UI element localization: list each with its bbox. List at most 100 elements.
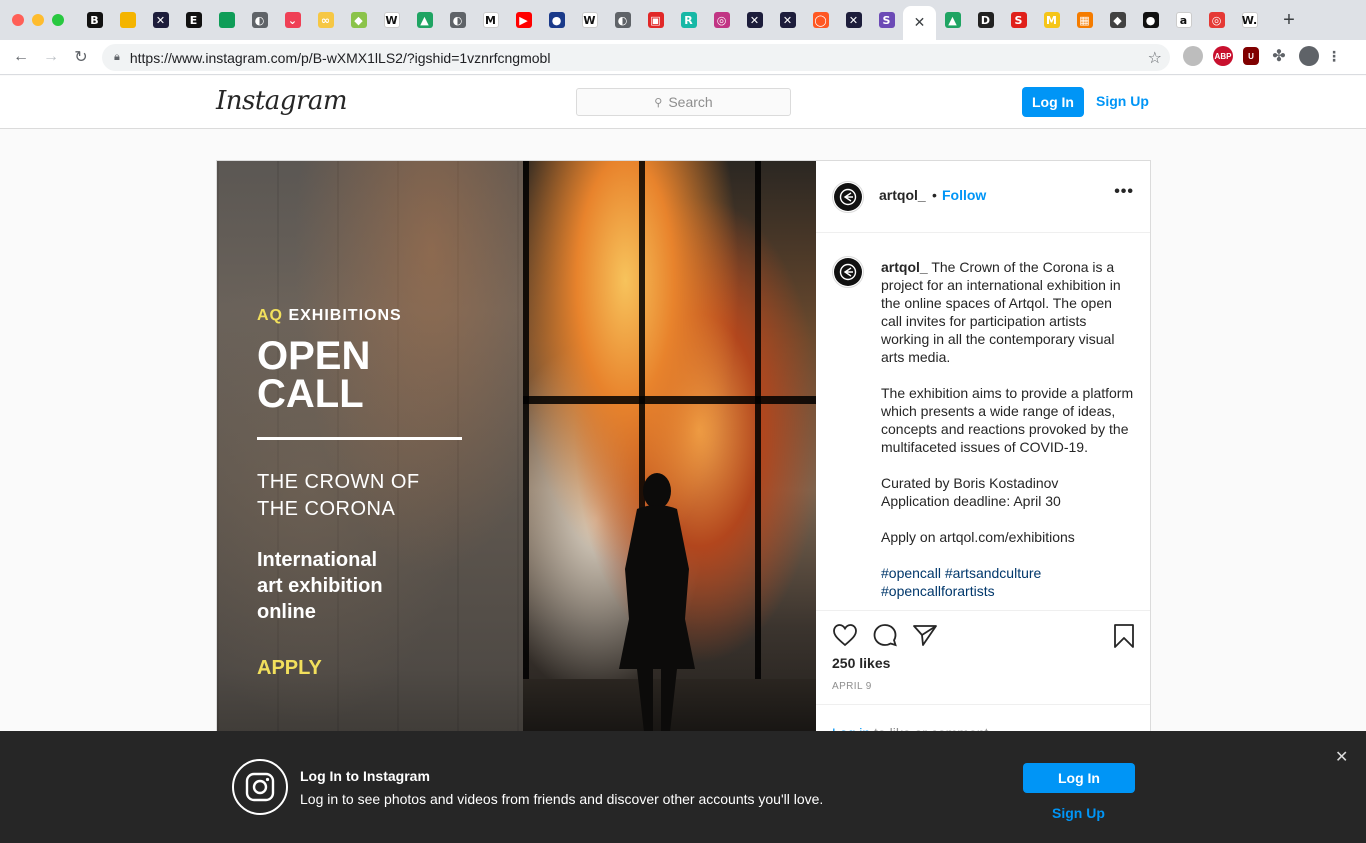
browser-tab[interactable]: ◎ [705,4,738,36]
browser-tab[interactable]: ◐ [441,4,474,36]
bookmark-star-icon[interactable]: ☆ [1148,48,1162,68]
browser-tab[interactable]: a [1167,4,1200,36]
likes-count[interactable]: 250 likes [832,655,890,671]
post-date: APRIL 9 [832,681,872,692]
header-signup-link[interactable]: Sign Up [1096,93,1149,109]
browser-tab[interactable]: W [573,4,606,36]
browser-tab[interactable]: ∞ [309,4,342,36]
caption-username[interactable]: artqol_ [881,259,928,275]
tab-list: B ✕ E ◐ ⌄ ∞ ◆ W ▲ ◐ M ▶ ● W ◐ ▣ R ◎ ✕ ✕ ◯ ✕ S ✕ ▲ D S M ▦ ◆ ● a ◎ W. [78,0,1266,40]
browser-tab[interactable]: ▶ [507,4,540,36]
browser-tab[interactable]: W [375,4,408,36]
artqol-logo-icon [839,263,857,281]
browser-tab[interactable]: ⌄ [276,4,309,36]
browser-tab[interactable]: ◆ [1101,4,1134,36]
new-tab-button[interactable]: + [1274,9,1304,32]
minimize-window-icon[interactable] [32,14,44,26]
banner-login-button[interactable]: Log In [1023,763,1135,793]
browser-tab[interactable]: ✕ [144,4,177,36]
apply-text: APPLY [257,657,322,679]
browser-tab[interactable]: ◆ [342,4,375,36]
browser-tab[interactable]: R [672,4,705,36]
browser-tab[interactable] [210,4,243,36]
save-bookmark-icon[interactable] [1112,623,1136,649]
extensions-puzzle-icon[interactable]: ✤ [1269,46,1289,66]
follow-button[interactable]: Follow [942,187,986,203]
browser-tab[interactable]: ◐ [243,4,276,36]
browser-tab[interactable]: S [1002,4,1035,36]
m-yellow-icon: M [1043,12,1060,28]
browser-tab[interactable]: ● [1134,4,1167,36]
avatar[interactable] [832,181,864,213]
brand-heading: AQ EXHIBITIONS [257,307,402,324]
browser-tab[interactable]: ◯ [804,4,837,36]
orange-grid-icon: ▦ [1076,12,1093,28]
browser-tab[interactable]: D [969,4,1002,36]
disk-extension-icon[interactable] [1183,46,1203,66]
caption-curator: Curated by Boris Kostadinov [881,475,1059,491]
browser-tab[interactable]: S [870,4,903,36]
browser-tab[interactable]: ● [540,4,573,36]
cc-icon: ∞ [317,12,334,28]
adblock-plus-icon[interactable]: ABP [1213,46,1233,66]
browser-tab[interactable]: ✕ [903,6,936,40]
blue-circle-icon: ● [548,12,565,28]
feather-icon: ✕ [746,12,763,28]
post-username[interactable]: artqol_ [879,187,926,203]
globe-icon: ◐ [251,12,268,28]
browser-tab[interactable]: ▣ [639,4,672,36]
instagram-icon [232,759,288,815]
share-icon[interactable] [912,623,938,647]
browser-tab[interactable]: ◎ [1200,4,1233,36]
instagram-logo[interactable]: Instagram [216,86,348,116]
url-text[interactable]: https://www.instagram.com/p/B-wXMX1lLS2/… [130,50,551,66]
header-login-button[interactable]: Log In [1022,87,1084,117]
reload-icon[interactable]: ↻ [66,47,96,67]
hashtags-line-1[interactable]: #opencall #artsandculture [881,565,1041,581]
banner-signup-link[interactable]: Sign Up [1052,805,1105,821]
w-dot-icon: W. [1241,12,1258,28]
comments-area[interactable]: artqol_ The Crown of the Corona is a pro… [816,234,1150,610]
forward-icon[interactable]: → [36,48,66,66]
caption-deadline: Application deadline: April 30 [881,493,1061,509]
slides-icon [119,12,136,28]
diamond-icon: ◆ [1109,12,1126,28]
extensions-bar: ABP U ✤ ⋮ [1183,46,1341,66]
more-options-icon[interactable]: ••• [1114,183,1134,201]
medium-icon: M [482,12,499,28]
chrome-menu-icon[interactable]: ⋮ [1327,46,1341,66]
profile-avatar-icon[interactable] [1299,46,1319,66]
caption-apply: Apply on artqol.com/exhibitions [881,529,1075,545]
browser-tab[interactable]: ◐ [606,4,639,36]
browser-tab[interactable]: ▦ [1068,4,1101,36]
address-bar[interactable]: 🔒︎ https://www.instagram.com/p/B-wXMX1lL… [102,44,1170,71]
browser-tab[interactable]: ✕ [738,4,771,36]
browser-tab[interactable]: ✕ [771,4,804,36]
browser-tab[interactable]: W. [1233,4,1266,36]
browser-tab[interactable]: M [1035,4,1068,36]
hashtags-line-2[interactable]: #opencallforartists [881,583,995,599]
browser-tab[interactable]: E [177,4,210,36]
open-call-heading: OPEN CALL [257,334,371,416]
s-red-icon: S [1010,12,1027,28]
heart-icon[interactable] [832,623,858,647]
browser-tab[interactable]: ✕ [837,4,870,36]
separator-dot: • [932,187,937,203]
post-image[interactable]: AQ EXHIBITIONS OPEN CALL THE CROWN OF TH… [217,161,816,759]
avatar[interactable] [832,256,864,288]
comment-icon[interactable] [872,623,898,647]
maximize-window-icon[interactable] [52,14,64,26]
ublock-icon[interactable]: U [1243,47,1259,65]
back-icon[interactable]: ← [6,48,36,66]
feather-icon: ✕ [152,12,169,28]
browser-tab[interactable]: ▲ [408,4,441,36]
close-window-icon[interactable] [12,14,24,26]
search-input[interactable]: ⚲ Search [576,88,791,116]
browser-tab[interactable] [111,4,144,36]
browser-toolbar: ← → ↻ 🔒︎ https://www.instagram.com/p/B-w… [0,40,1366,75]
browser-tab[interactable]: M [474,4,507,36]
banner-close-icon[interactable]: ✕ [1335,747,1348,767]
browser-tab[interactable]: ▲ [936,4,969,36]
browser-tab[interactable]: B [78,4,111,36]
banner-title: Log In to Instagram [300,768,430,784]
